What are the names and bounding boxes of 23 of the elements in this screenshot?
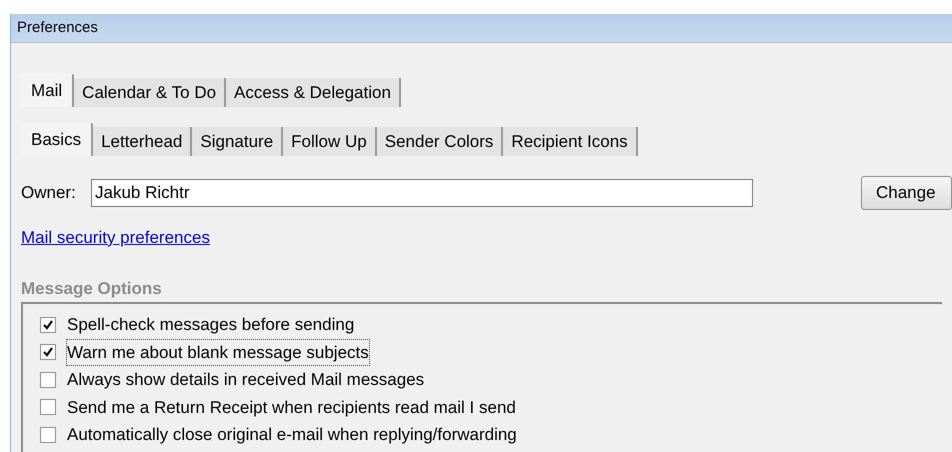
checkbox-label: Send me a Return Receipt when recipients read mail I send — [67, 396, 516, 418]
checkbox-label: Always show details in received Mail messages — [67, 369, 424, 391]
owner-label: Owner: — [21, 182, 77, 204]
checkbox-label: Warn me about blank message subjects — [67, 340, 369, 365]
owner-field[interactable]: Jakub Richtr — [91, 179, 753, 207]
checkbox[interactable] — [40, 316, 56, 333]
change-button[interactable]: Change — [861, 176, 952, 210]
tab[interactable]: Calendar & To Do — [74, 78, 226, 107]
subtab[interactable]: Follow Up — [283, 127, 377, 156]
checkbox[interactable] — [40, 426, 56, 443]
subtab[interactable]: Sender Colors — [376, 127, 504, 156]
checkbox[interactable] — [40, 372, 56, 388]
security-link[interactable]: Mail security preferences — [21, 228, 210, 247]
checkbox[interactable] — [40, 344, 56, 360]
checkbox-label: Spell-check messages before sending — [67, 314, 354, 336]
group-title: Message Options — [21, 279, 162, 298]
checkbox-label: Automatically close original e-mail when replying/forwarding — [67, 424, 517, 446]
subtab[interactable]: Signature — [192, 127, 284, 156]
subtab[interactable]: Recipient Icons — [503, 127, 638, 156]
subtab[interactable]: Letterhead — [93, 127, 192, 156]
tab[interactable]: Access & Delegation — [226, 78, 401, 107]
checkbox[interactable] — [40, 399, 56, 416]
window-title: Preferences — [17, 18, 98, 38]
